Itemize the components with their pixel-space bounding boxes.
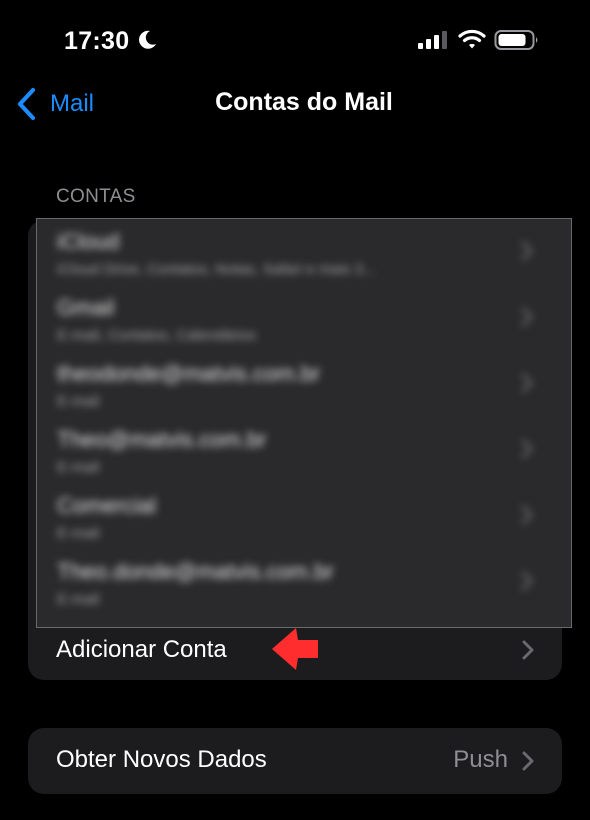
- account-name: Comercial: [57, 493, 157, 518]
- account-name: iCloud: [57, 229, 120, 254]
- accounts-list: iCloud iCloud Drive, Contatos, Notas, Sa…: [37, 219, 571, 627]
- chevron-right-icon: [521, 241, 533, 261]
- chevron-right-icon: [521, 307, 533, 327]
- account-row[interactable]: theodonde@matvis.com.br E-mail: [37, 351, 571, 417]
- fetch-new-data-row[interactable]: Obter Novos Dados Push: [28, 728, 562, 794]
- account-row[interactable]: Theo.donde@matvis.com.br E-mail: [37, 549, 571, 615]
- account-detail: E-mail: [57, 459, 100, 476]
- fetch-data-group: Obter Novos Dados Push: [28, 728, 562, 794]
- account-name: Gmail: [57, 295, 115, 320]
- fetch-new-data-value: Push: [453, 746, 508, 773]
- account-detail: E-mail: [57, 591, 100, 608]
- cellular-signal-icon: [418, 31, 447, 49]
- account-name: theodonde@matvis.com.br: [57, 361, 321, 386]
- chevron-right-icon: [521, 373, 533, 393]
- chevron-right-icon: [521, 505, 533, 525]
- account-detail: E-mail: [57, 393, 100, 410]
- page-title: Contas do Mail: [215, 88, 393, 116]
- account-row[interactable]: Comercial E-mail: [37, 483, 571, 549]
- accounts-section-header: CONTAS: [56, 186, 136, 207]
- account-row[interactable]: iCloud iCloud Drive, Contatos, Notas, Sa…: [37, 219, 571, 285]
- account-row[interactable]: Theo@matvis.com.br E-mail: [37, 417, 571, 483]
- annotation-arrow-icon: [272, 628, 318, 670]
- wifi-icon: [458, 29, 486, 49]
- account-name: Theo.donde@matvis.com.br: [57, 559, 334, 584]
- blurred-accounts-list: iCloud iCloud Drive, Contatos, Notas, Sa…: [36, 218, 572, 628]
- account-detail: E-mail: [57, 525, 100, 542]
- chevron-right-icon: [522, 751, 534, 771]
- chevron-right-icon: [522, 640, 534, 660]
- account-name: Theo@matvis.com.br: [57, 427, 267, 452]
- chevron-right-icon: [521, 571, 533, 591]
- status-time: 17:30: [64, 27, 130, 55]
- add-account-label: Adicionar Conta: [56, 636, 227, 663]
- fetch-new-data-label: Obter Novos Dados: [56, 746, 267, 773]
- chevron-right-icon: [521, 439, 533, 459]
- account-row[interactable]: Gmail E-mail, Contatos, Calendários: [37, 285, 571, 351]
- status-bar: 17:30: [0, 0, 590, 80]
- account-detail: E-mail, Contatos, Calendários: [57, 327, 257, 344]
- moon-icon: [139, 30, 156, 49]
- account-detail: iCloud Drive, Contatos, Notas, Safari e …: [57, 261, 376, 278]
- battery-icon: [494, 30, 538, 50]
